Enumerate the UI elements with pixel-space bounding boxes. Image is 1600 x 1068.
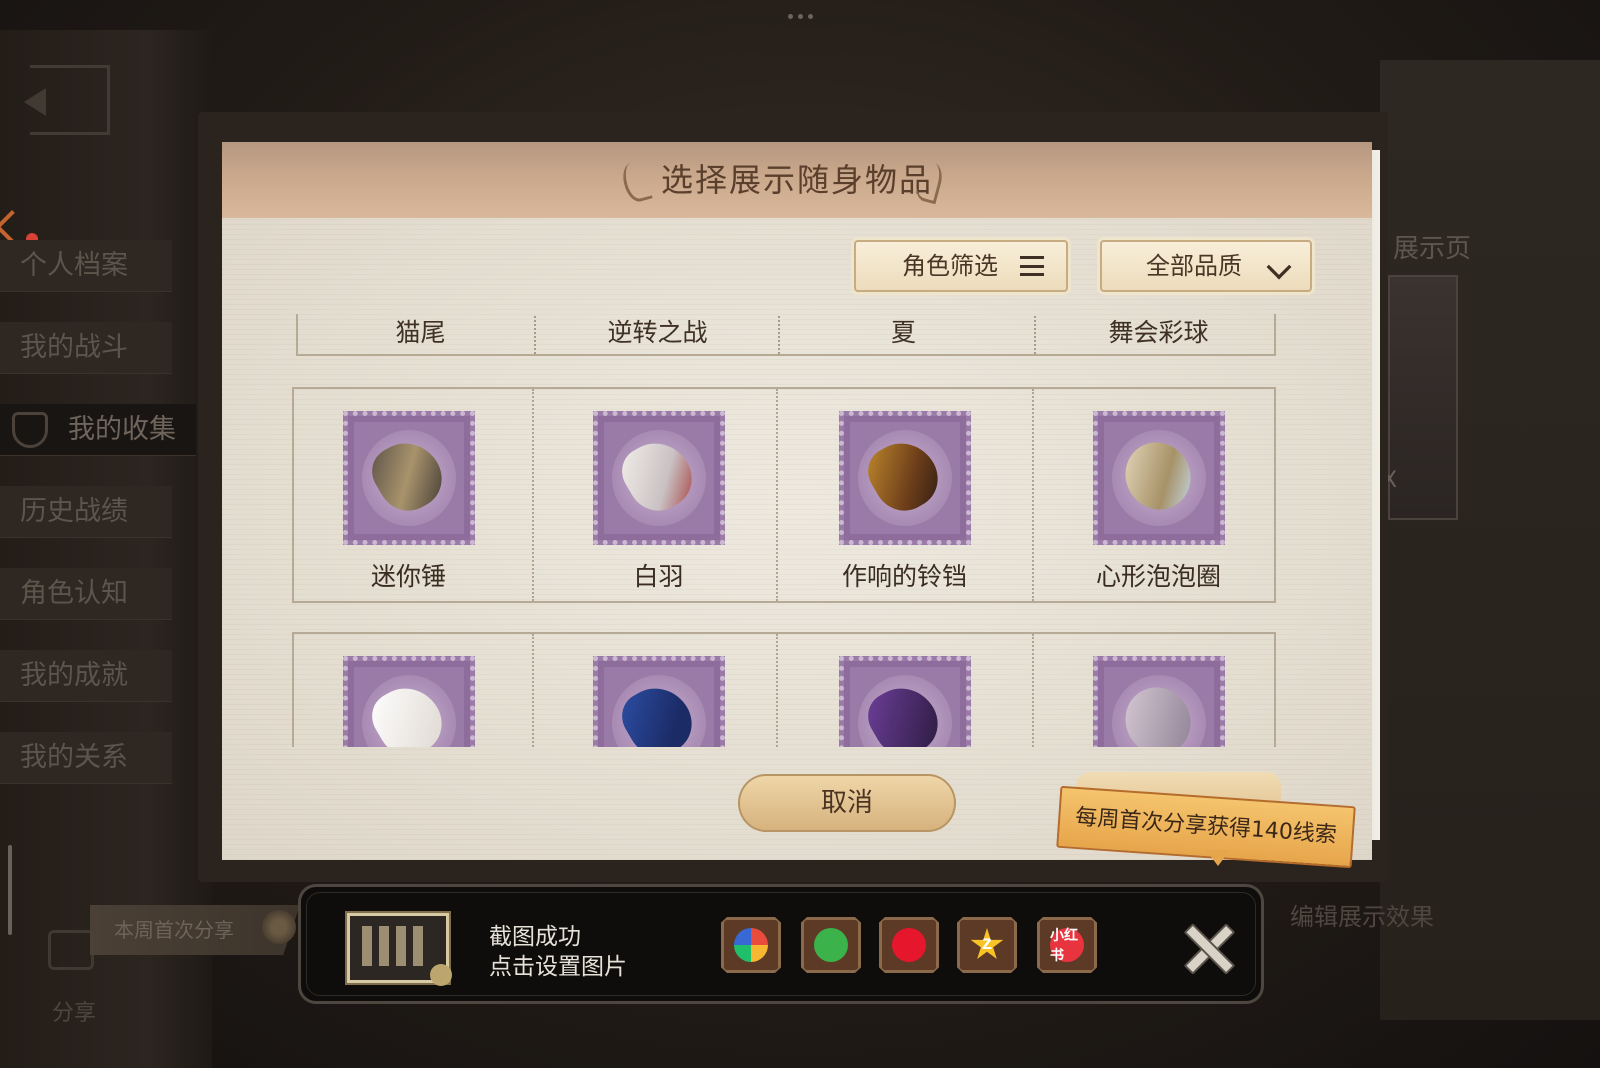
item-stamp bbox=[1092, 656, 1225, 747]
item-name: 迷你锤 bbox=[370, 562, 446, 591]
character-tab-bar: 猫尾 逆转之战 夏 舞会彩球 bbox=[296, 314, 1276, 356]
more-dots-icon[interactable] bbox=[785, 14, 815, 24]
edit-display-button[interactable]: 编辑展示效果 bbox=[1290, 897, 1434, 932]
item-card-mini-hammer[interactable]: 迷你锤 bbox=[294, 389, 531, 599]
item-name: 白羽 bbox=[633, 562, 684, 591]
share-weibo-button[interactable] bbox=[879, 917, 939, 973]
item-stamp bbox=[342, 656, 475, 747]
sidebar-item-label: 角色认知 bbox=[20, 578, 128, 609]
flower-icon bbox=[430, 964, 452, 986]
item-stamp bbox=[838, 656, 971, 747]
sidebar-scrollbar[interactable] bbox=[8, 845, 12, 935]
flower-icon bbox=[262, 910, 296, 944]
divider bbox=[778, 316, 780, 354]
close-icon[interactable] bbox=[1181, 921, 1231, 971]
sidebar-item-achievements[interactable]: 我的成就 bbox=[0, 650, 172, 702]
tip-tail bbox=[1206, 850, 1230, 866]
item-card[interactable] bbox=[1036, 634, 1274, 747]
item-stamp bbox=[592, 656, 725, 747]
item-row bbox=[292, 632, 1276, 747]
share-label: 分享 bbox=[52, 1001, 97, 1026]
divider bbox=[532, 389, 534, 601]
character-tab[interactable]: 逆转之战 bbox=[535, 314, 780, 352]
exit-icon[interactable] bbox=[24, 65, 110, 135]
screenshot-share-bar: 截图成功 点击设置图片 Z 小红书 bbox=[298, 884, 1264, 1004]
display-card bbox=[1388, 275, 1458, 520]
screenshot-success-text: 截图成功 bbox=[489, 924, 581, 950]
sidebar-item-relations[interactable]: 我的关系 bbox=[0, 732, 172, 784]
share-qzone-button[interactable]: Z bbox=[957, 917, 1017, 973]
sidebar-item-collection[interactable]: 我的收集 bbox=[0, 404, 196, 456]
role-filter-label: 角色筛选 bbox=[902, 252, 998, 280]
item-name: 心形泡泡圈 bbox=[1095, 562, 1221, 591]
item-card-heart-bubble-wand[interactable]: 心形泡泡圈 bbox=[1036, 389, 1274, 599]
divider bbox=[532, 634, 534, 747]
sidebar-item-label: 我的收集 bbox=[68, 414, 176, 445]
divider bbox=[1032, 634, 1034, 747]
character-tab[interactable]: 猫尾 bbox=[298, 314, 543, 352]
sidebar-item-character-knowledge[interactable]: 角色认知 bbox=[0, 568, 172, 620]
divider bbox=[1032, 389, 1034, 601]
sidebar-item-label: 历史战绩 bbox=[20, 496, 128, 527]
role-filter-button[interactable]: 角色筛选 bbox=[854, 240, 1068, 292]
shield-icon bbox=[12, 412, 48, 448]
character-tab[interactable]: 夏 bbox=[781, 314, 1026, 352]
sidebar-item-history[interactable]: 历史战绩 bbox=[0, 486, 172, 538]
item-card[interactable] bbox=[294, 634, 531, 747]
item-stamp bbox=[838, 411, 971, 545]
qzone-icon: Z bbox=[970, 928, 1004, 959]
share-wechat-button[interactable] bbox=[801, 917, 861, 973]
character-tab[interactable]: 舞会彩球 bbox=[1036, 314, 1281, 352]
display-page-label: 展示页 bbox=[1393, 234, 1472, 264]
wechat-icon bbox=[814, 928, 848, 962]
item-stamp bbox=[592, 411, 725, 545]
item-card-white-feather[interactable]: 白羽 bbox=[536, 389, 781, 599]
set-image-hint[interactable]: 点击设置图片 bbox=[489, 947, 627, 981]
share-icon[interactable] bbox=[48, 930, 94, 970]
quality-filter-label: 全部品质 bbox=[1146, 252, 1242, 280]
quality-filter-dropdown[interactable]: 全部品质 bbox=[1100, 240, 1312, 292]
item-stamp bbox=[342, 411, 475, 545]
item-card-ringing-bell[interactable]: 作响的铃铛 bbox=[782, 389, 1027, 599]
chevron-down-icon bbox=[1266, 254, 1292, 280]
right-panel bbox=[1380, 60, 1600, 1020]
sidebar-item-label: 我的关系 bbox=[20, 742, 128, 773]
select-accessory-dialog: 选择展示随身物品 角色筛选 全部品质 猫尾 逆转之战 夏 舞会彩球 迷你锤 白羽… bbox=[222, 142, 1372, 860]
xiaohongshu-icon: 小红书 bbox=[1050, 928, 1084, 964]
item-stamp bbox=[1092, 411, 1225, 545]
sidebar-item-label: 我的战斗 bbox=[20, 332, 128, 363]
sidebar-item-label: 我的成就 bbox=[20, 660, 128, 691]
cancel-button[interactable]: 取消 bbox=[738, 774, 956, 832]
item-card[interactable] bbox=[536, 634, 781, 747]
share-xiaohongshu-button[interactable]: 小红书 bbox=[1037, 917, 1097, 973]
moments-icon bbox=[734, 928, 768, 962]
weibo-icon bbox=[892, 928, 926, 962]
dialog-title: 选择展示随身物品 bbox=[660, 161, 933, 199]
item-row: 迷你锤 白羽 作响的铃铛 心形泡泡圈 bbox=[292, 387, 1276, 603]
item-card[interactable] bbox=[782, 634, 1027, 747]
sidebar-item-battles[interactable]: 我的战斗 bbox=[0, 322, 172, 374]
sidebar-item-label: 个人档案 bbox=[20, 250, 128, 281]
screenshot-thumbnail[interactable] bbox=[347, 913, 452, 986]
list-icon bbox=[1020, 256, 1044, 276]
item-name: 作响的铃铛 bbox=[841, 562, 967, 591]
share-moments-button[interactable] bbox=[721, 917, 781, 973]
sidebar-item-profile[interactable]: 个人档案 bbox=[0, 240, 172, 292]
